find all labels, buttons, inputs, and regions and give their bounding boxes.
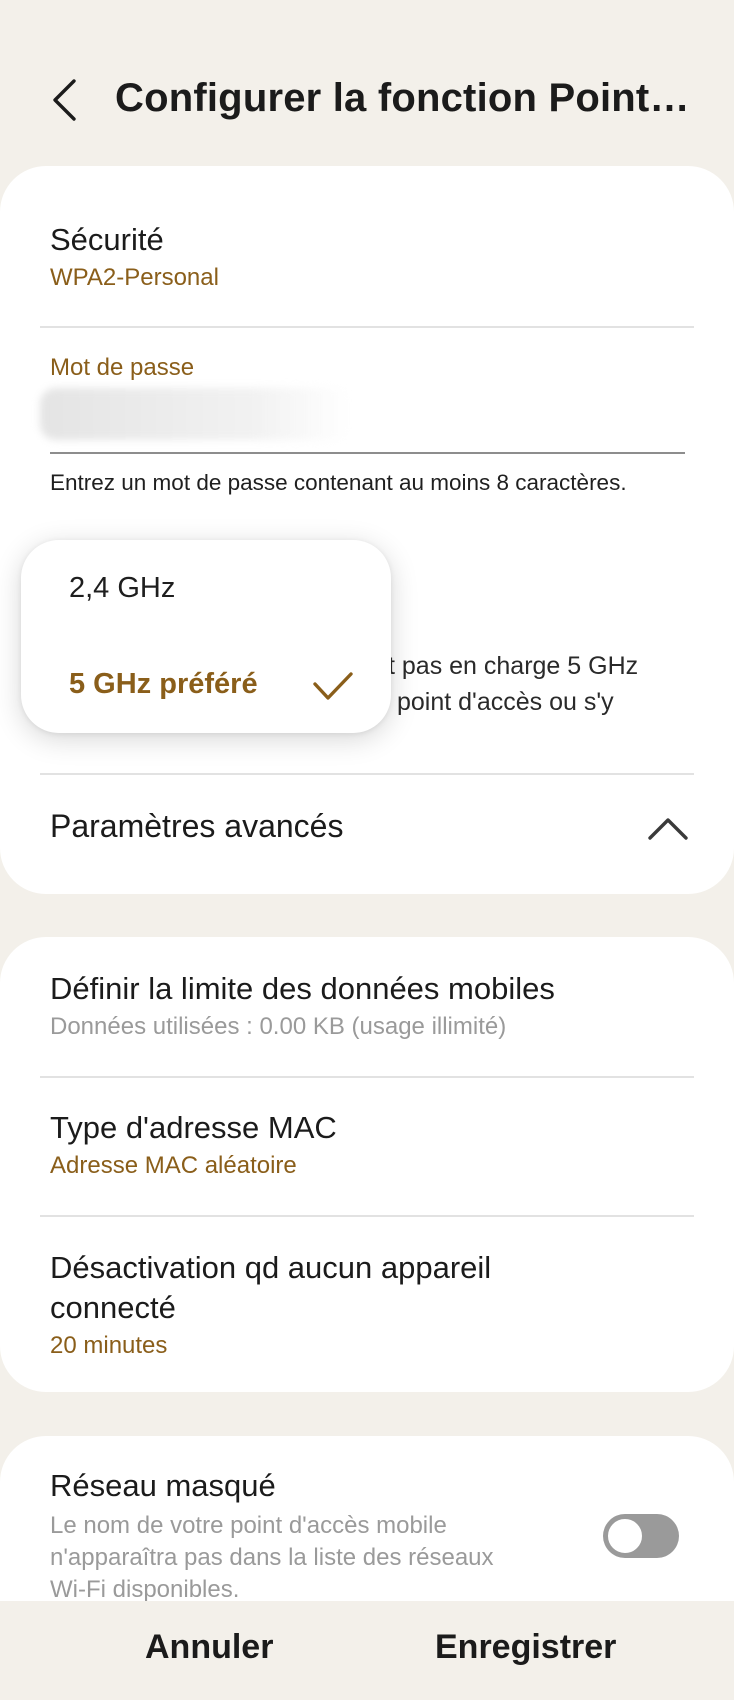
data-limit-sub: Données utilisées : 0.00 KB (usage illim… <box>50 1013 507 1040</box>
security-value: WPA2-Personal <box>50 264 219 291</box>
hidden-network-label: Réseau masqué <box>50 1468 276 1503</box>
auto-disable-label-line-1: Désactivation qd aucun appareil <box>50 1250 492 1285</box>
toggle-knob <box>606 1517 644 1555</box>
band-option-2-4ghz[interactable]: 2,4 GHz <box>69 572 175 605</box>
divider <box>40 1215 694 1217</box>
password-label: Mot de passe <box>50 354 195 381</box>
hotspot-config-screen: Configurer la fonction Point… Sécurité W… <box>0 0 734 1700</box>
hidden-network-desc-line-1: Le nom de votre point d'accès mobile <box>50 1512 447 1539</box>
password-redacted-value <box>40 388 350 440</box>
mac-type-setting[interactable]: Type d'adresse MAC Adresse MAC aléatoire <box>50 1108 694 1182</box>
divider <box>40 773 694 775</box>
auto-disable-label-line-2: connecté <box>50 1290 176 1325</box>
hidden-network-toggle[interactable] <box>603 1514 679 1558</box>
back-button[interactable] <box>40 72 88 128</box>
header: Configurer la fonction Point… <box>0 0 734 170</box>
auto-disable-value: 20 minutes <box>50 1332 168 1359</box>
password-hint: Entrez un mot de passe contenant au moin… <box>50 470 627 495</box>
mac-type-label: Type d'adresse MAC <box>50 1110 337 1145</box>
hidden-network-desc-line-2: n'apparaîtra pas dans la liste des résea… <box>50 1544 494 1571</box>
chevron-up-icon[interactable] <box>646 812 690 842</box>
advanced-settings-label[interactable]: Paramètres avancés <box>50 808 343 845</box>
page-title: Configurer la fonction Point… <box>115 76 690 120</box>
divider <box>40 326 694 328</box>
checkmark-icon <box>313 672 353 700</box>
cancel-button[interactable]: Annuler <box>145 1628 273 1667</box>
bottom-action-bar <box>0 1601 734 1700</box>
mac-type-value: Adresse MAC aléatoire <box>50 1152 297 1179</box>
data-limit-label: Définir la limite des données mobiles <box>50 971 555 1006</box>
band-dropdown-menu: 2,4 GHz 5 GHz préféré <box>21 540 391 733</box>
security-label: Sécurité <box>50 222 164 257</box>
hidden-network-setting[interactable]: Réseau masqué Le nom de votre point d'ac… <box>50 1466 594 1606</box>
save-button[interactable]: Enregistrer <box>435 1628 616 1667</box>
band-option-5ghz[interactable]: 5 GHz préféré <box>69 668 258 701</box>
chevron-left-icon <box>53 79 76 121</box>
auto-disable-setting[interactable]: Désactivation qd aucun appareil connecté… <box>50 1248 694 1362</box>
password-underline <box>50 452 685 454</box>
security-setting[interactable]: Sécurité WPA2-Personal <box>50 220 694 294</box>
password-input[interactable] <box>40 382 685 454</box>
divider <box>40 1076 694 1078</box>
data-limit-setting[interactable]: Définir la limite des données mobiles Do… <box>50 969 694 1043</box>
